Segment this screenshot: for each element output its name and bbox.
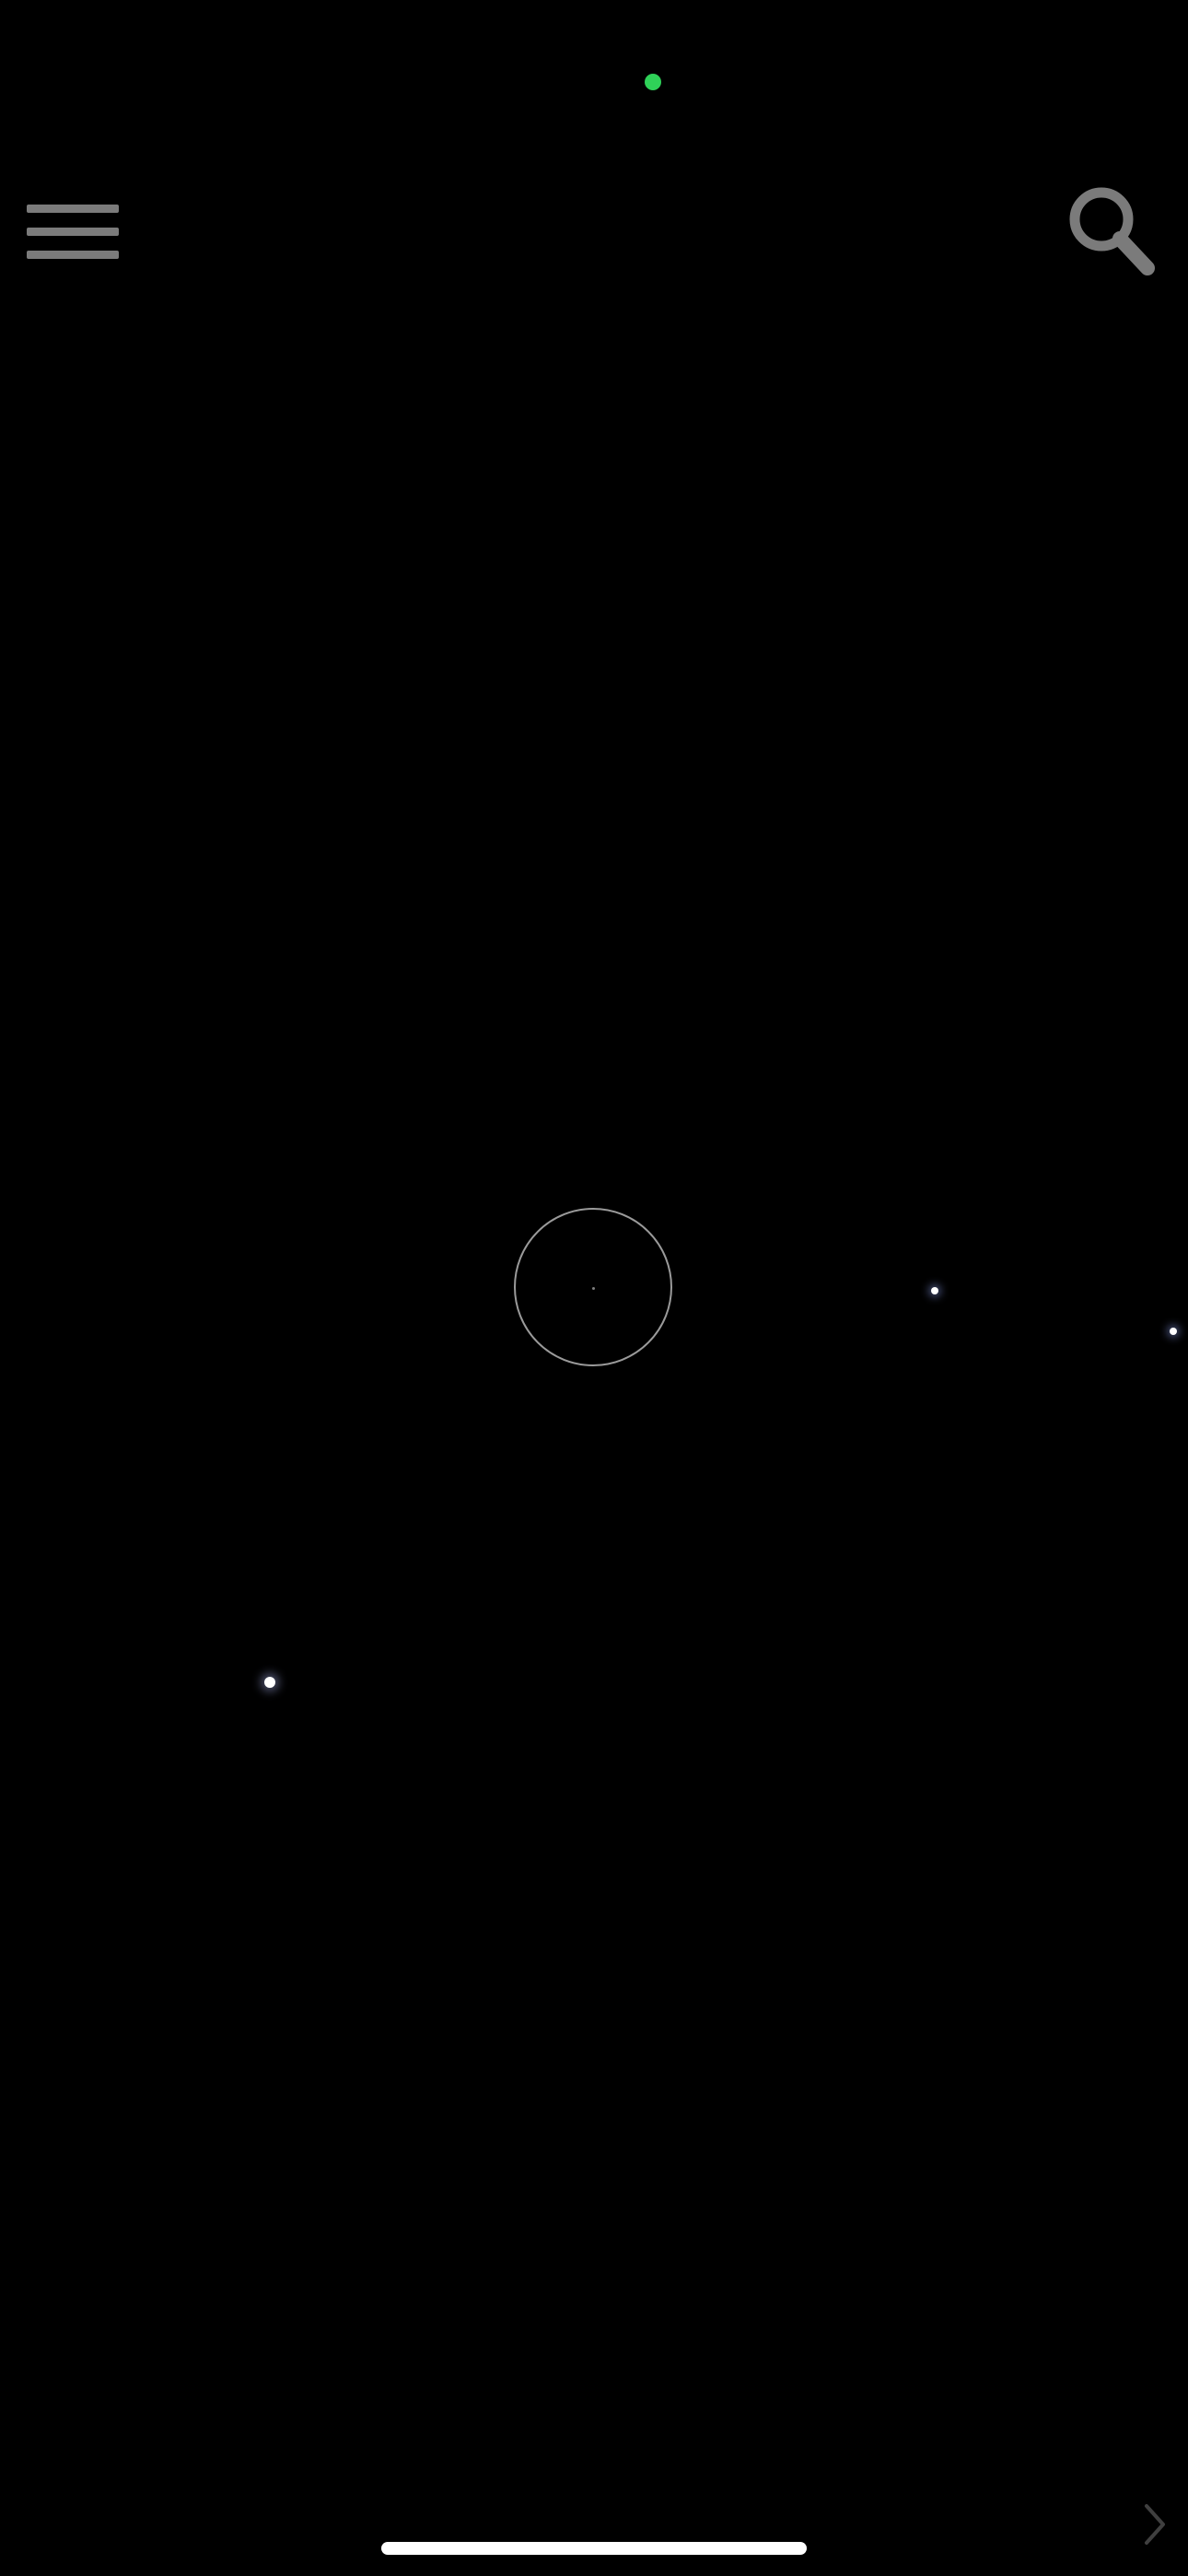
search-icon[interactable]	[1066, 184, 1157, 280]
reticle-center-dot	[592, 1287, 595, 1290]
chevron-right-icon[interactable]	[1135, 2500, 1177, 2548]
sky-star[interactable]	[1170, 1328, 1177, 1335]
sky-map-screen[interactable]	[0, 0, 1188, 2576]
sky-star[interactable]	[931, 1287, 938, 1294]
hamburger-menu-icon[interactable]	[22, 195, 123, 267]
privacy-indicator-dot	[645, 74, 661, 90]
sky-star[interactable]	[264, 1677, 275, 1688]
home-indicator[interactable]	[381, 2542, 807, 2555]
